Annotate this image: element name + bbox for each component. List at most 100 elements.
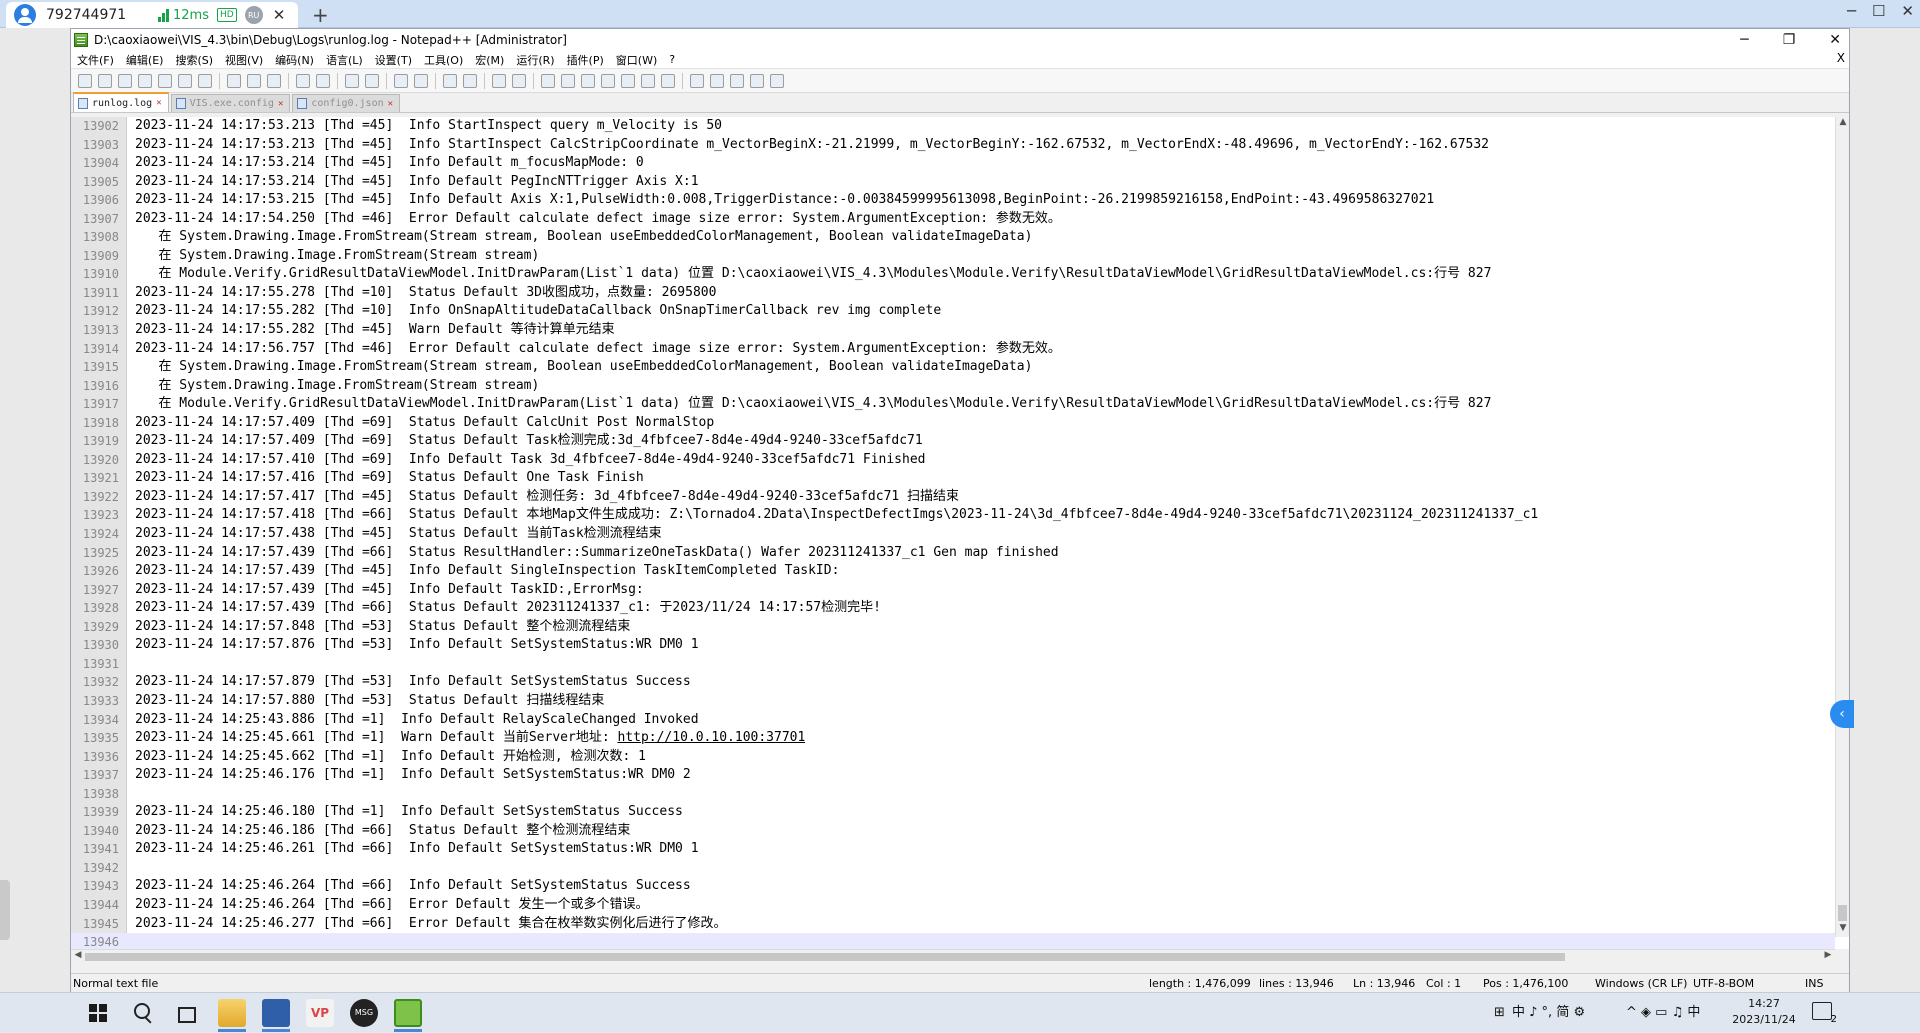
msg-app-icon[interactable]: MSG xyxy=(350,999,378,1027)
menu-settings[interactable]: 设置(T) xyxy=(369,52,418,68)
editor-line[interactable]: 13913 2023-11-24 14:17:55.282 [Thd =45] W… xyxy=(71,321,1835,340)
menu-help[interactable]: ? xyxy=(663,53,681,66)
tab-config0[interactable]: config0.json ✕ xyxy=(292,94,401,112)
menu-language[interactable]: 语言(L) xyxy=(320,52,369,68)
text-editor[interactable]: 13902 2023-11-24 14:17:53.213 [Thd =45] I… xyxy=(71,117,1849,949)
editor-line[interactable]: 13904 2023-11-24 14:17:53.214 [Thd =45] I… xyxy=(71,154,1835,173)
horizontal-scrollbar[interactable]: ◀ ▶ xyxy=(71,949,1835,963)
undo-icon[interactable] xyxy=(296,73,310,88)
editor-line[interactable]: 13930 2023-11-24 14:17:57.876 [Thd =53] I… xyxy=(71,636,1835,655)
editor-line[interactable]: 13934 2023-11-24 14:25:43.886 [Thd =1] In… xyxy=(71,711,1835,730)
editor-line[interactable]: 13902 2023-11-24 14:17:53.213 [Thd =45] I… xyxy=(71,117,1835,136)
menu-macro[interactable]: 宏(M) xyxy=(469,52,510,68)
cut-icon[interactable] xyxy=(227,73,241,88)
title-bar[interactable]: D:\caoxiaowei\VIS_4.3\bin\Debug\Logs\run… xyxy=(71,29,1849,51)
editor-line[interactable]: 13941 2023-11-24 14:25:46.261 [Thd =66] I… xyxy=(71,840,1835,859)
restore-icon[interactable]: ❐ xyxy=(1783,29,1796,51)
doc-map-icon[interactable] xyxy=(581,73,595,88)
close-all-icon[interactable] xyxy=(178,73,192,88)
zoom-out-icon[interactable] xyxy=(414,73,428,88)
status-eol[interactable]: Windows (CR LF) xyxy=(1595,977,1687,990)
play-macro-icon[interactable] xyxy=(730,73,744,88)
editor-line[interactable]: 13911 2023-11-24 14:17:55.278 [Thd =10] S… xyxy=(71,284,1835,303)
side-drag-handle[interactable] xyxy=(0,880,10,940)
folder-workspace-icon[interactable] xyxy=(641,73,655,88)
editor-line[interactable]: 13918 2023-11-24 14:17:57.409 [Thd =69] S… xyxy=(71,414,1835,433)
editor-line[interactable]: 13933 2023-11-24 14:17:57.880 [Thd =53] S… xyxy=(71,692,1835,711)
file-explorer-icon[interactable] xyxy=(218,999,246,1027)
copy-icon[interactable] xyxy=(247,73,261,88)
save-all-icon[interactable] xyxy=(138,73,152,88)
language-define-icon[interactable] xyxy=(561,73,575,88)
scroll-left-icon[interactable]: ◀ xyxy=(71,950,85,960)
editor-line[interactable]: 13905 2023-11-24 14:17:53.214 [Thd =45] I… xyxy=(71,173,1835,192)
paste-icon[interactable] xyxy=(267,73,281,88)
close-icon[interactable]: ✕ xyxy=(1829,29,1841,51)
remote-maximize-icon[interactable]: ☐ xyxy=(1872,2,1885,20)
new-file-icon[interactable] xyxy=(78,73,92,88)
sync-horizontal-icon[interactable] xyxy=(463,73,477,88)
close-file-icon[interactable] xyxy=(158,73,172,88)
tab-runlog[interactable]: runlog.log ✕ xyxy=(73,92,169,112)
editor-line[interactable]: 13907 2023-11-24 14:17:54.250 [Thd =46] E… xyxy=(71,210,1835,229)
system-tray-icons[interactable]: ^ ◈ ▭ ♫ 中 xyxy=(1626,993,1700,1033)
stop-macro-icon[interactable] xyxy=(710,73,724,88)
notepadpp-taskbar-icon[interactable] xyxy=(394,999,422,1027)
server-url-link[interactable]: http://10.0.10.100:37701 xyxy=(617,730,805,745)
side-panel-toggle-icon[interactable]: ‹ xyxy=(1830,700,1854,728)
editor-line[interactable]: 13906 2023-11-24 14:17:53.215 [Thd =45] I… xyxy=(71,191,1835,210)
remote-minimize-icon[interactable]: ─ xyxy=(1847,2,1856,20)
ime-grid-icon[interactable]: ⊞ xyxy=(1494,993,1505,1033)
editor-line[interactable]: 13929 2023-11-24 14:17:57.848 [Thd =53] S… xyxy=(71,618,1835,637)
system-clock[interactable]: 14:27 2023/11/24 xyxy=(1732,996,1796,1028)
vertical-scroll-thumb[interactable] xyxy=(1838,905,1847,921)
editor-line[interactable]: 13917 在 Module.Verify.GridResultDataView… xyxy=(71,395,1835,414)
tab-close-icon[interactable]: ✕ xyxy=(156,98,161,108)
editor-line[interactable]: 13931 xyxy=(71,655,1835,674)
editor-line[interactable]: 13903 2023-11-24 14:17:53.213 [Thd =45] I… xyxy=(71,136,1835,155)
editor-line[interactable]: 13932 2023-11-24 14:17:57.879 [Thd =53] I… xyxy=(71,673,1835,692)
task-view-icon[interactable] xyxy=(172,999,200,1027)
notification-center-icon[interactable]: 2 xyxy=(1812,1002,1837,1025)
editor-line[interactable]: 13944 2023-11-24 14:25:46.264 [Thd =66] E… xyxy=(71,896,1835,915)
zoom-in-icon[interactable] xyxy=(394,73,408,88)
editor-line[interactable]: 13940 2023-11-24 14:25:46.186 [Thd =66] S… xyxy=(71,822,1835,841)
editor-line[interactable]: 13923 2023-11-24 14:17:57.418 [Thd =66] S… xyxy=(71,506,1835,525)
remote-close-icon[interactable]: ✕ xyxy=(1901,2,1914,20)
tab-close-icon[interactable]: ✕ xyxy=(388,99,393,109)
scroll-right-icon[interactable]: ▶ xyxy=(1821,950,1835,960)
ime-toolbar[interactable]: 中 ♪ °, 简 ⚙ xyxy=(1512,993,1585,1033)
scroll-down-icon[interactable]: ▼ xyxy=(1836,923,1849,937)
visual-studio-icon[interactable] xyxy=(262,999,290,1027)
vp-app-icon[interactable]: VP xyxy=(306,999,334,1027)
horizontal-scroll-thumb[interactable] xyxy=(85,953,1565,961)
windows-start-icon[interactable] xyxy=(84,999,112,1027)
editor-line[interactable]: 13937 2023-11-24 14:25:46.176 [Thd =1] In… xyxy=(71,766,1835,785)
editor-line[interactable]: 13908 在 System.Drawing.Image.FromStream(… xyxy=(71,228,1835,247)
hd-badge[interactable]: HD xyxy=(216,8,237,22)
save-icon[interactable] xyxy=(118,73,132,88)
indent-guide-icon[interactable] xyxy=(541,73,555,88)
menu-edit[interactable]: 编辑(E) xyxy=(120,52,170,68)
remote-session-tab[interactable]: 792744971 12ms HD RU ✕ xyxy=(6,2,298,28)
status-insert-mode[interactable]: INS xyxy=(1805,977,1823,990)
replace-icon[interactable] xyxy=(365,73,379,88)
search-icon[interactable] xyxy=(128,999,156,1027)
editor-line[interactable]: 13919 2023-11-24 14:17:57.409 [Thd =69] S… xyxy=(71,432,1835,451)
editor-line[interactable]: 13912 2023-11-24 14:17:55.282 [Thd =10] I… xyxy=(71,302,1835,321)
menu-run[interactable]: 运行(R) xyxy=(510,52,560,68)
editor-line[interactable]: 13916 在 System.Drawing.Image.FromStream(… xyxy=(71,377,1835,396)
status-encoding[interactable]: UTF-8-BOM xyxy=(1693,977,1754,990)
editor-line[interactable]: 13938 xyxy=(71,785,1835,804)
record-macro-icon[interactable] xyxy=(690,73,704,88)
editor-line[interactable]: 13939 2023-11-24 14:25:46.180 [Thd =1] In… xyxy=(71,803,1835,822)
editor-line[interactable]: 13922 2023-11-24 14:17:57.417 [Thd =45] S… xyxy=(71,488,1835,507)
show-all-chars-icon[interactable] xyxy=(512,73,526,88)
minimize-icon[interactable]: ─ xyxy=(1740,29,1748,51)
scroll-up-icon[interactable]: ▲ xyxy=(1836,117,1849,131)
editor-line[interactable]: 13910 在 Module.Verify.GridResultDataView… xyxy=(71,265,1835,284)
run-macro-multiple-icon[interactable] xyxy=(750,73,764,88)
editor-line[interactable]: 13926 2023-11-24 14:17:57.439 [Thd =45] I… xyxy=(71,562,1835,581)
close-document-icon[interactable]: X xyxy=(1837,51,1845,65)
word-wrap-icon[interactable] xyxy=(492,73,506,88)
